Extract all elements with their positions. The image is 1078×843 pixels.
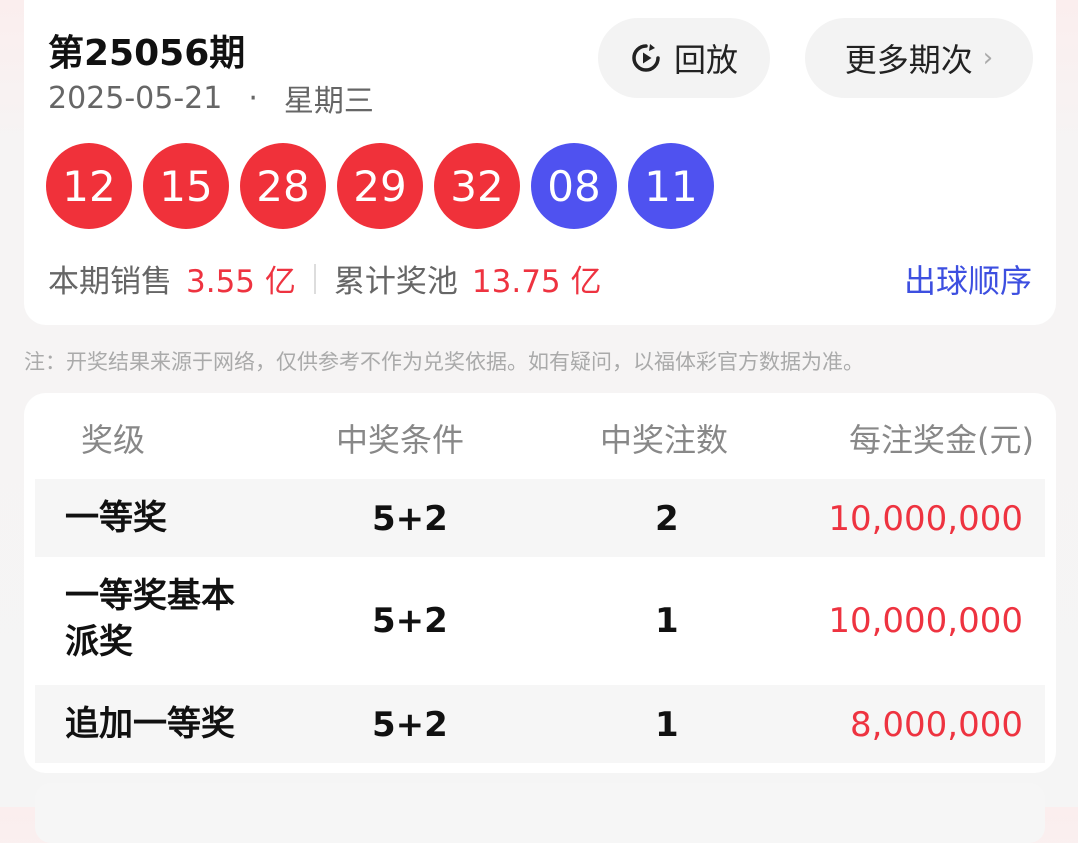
draw-date-row: 2025-05-21 · 星期三 bbox=[48, 76, 374, 120]
prize-condition: 5+2 bbox=[372, 705, 448, 745]
winning-numbers: 12 15 28 29 32 08 11 bbox=[46, 143, 725, 229]
pool-value: 13.75 亿 bbox=[471, 264, 602, 300]
back-ball: 08 bbox=[531, 143, 617, 229]
prize-table: 奖级 中奖条件 中奖注数 每注奖金(元) 一等奖 5+2 2 10,000,00… bbox=[24, 393, 1056, 773]
header-amount: 每注奖金(元) bbox=[849, 421, 1034, 459]
header-level: 奖级 bbox=[81, 421, 146, 459]
prize-level-line2: 派奖 bbox=[65, 622, 133, 662]
date-separator: · bbox=[248, 80, 258, 116]
next-section-placeholder bbox=[35, 783, 1045, 843]
prize-level: 一等奖基本 派奖 bbox=[65, 573, 235, 665]
draw-summary-card: 第25056期 2025-05-21 · 星期三 回放 更多期次 › 12 15… bbox=[24, 0, 1056, 325]
front-ball: 29 bbox=[337, 143, 423, 229]
sales-stats: 本期销售 3.55 亿 累计奖池 13.75 亿 bbox=[48, 256, 602, 301]
prize-level-line1: 一等奖基本 bbox=[65, 576, 235, 616]
prize-amount: 8,000,000 bbox=[849, 705, 1023, 745]
prize-condition: 5+2 bbox=[372, 499, 448, 539]
front-ball: 12 bbox=[46, 143, 132, 229]
back-ball: 11 bbox=[628, 143, 714, 229]
replay-button[interactable]: 回放 bbox=[598, 18, 770, 98]
replay-label: 回放 bbox=[673, 41, 738, 79]
table-row: 追加一等奖 5+2 1 8,000,000 bbox=[35, 685, 1045, 763]
more-issues-button[interactable]: 更多期次 › bbox=[805, 18, 1033, 98]
pool-label: 累计奖池 bbox=[333, 264, 458, 300]
front-ball: 15 bbox=[143, 143, 229, 229]
ball-order-link[interactable]: 出球顺序 bbox=[904, 256, 1032, 302]
front-ball: 28 bbox=[240, 143, 326, 229]
header-condition: 中奖条件 bbox=[336, 421, 465, 459]
prize-level: 追加一等奖 bbox=[65, 704, 235, 744]
draw-weekday: 星期三 bbox=[283, 84, 374, 119]
more-issues-label: 更多期次 bbox=[844, 41, 973, 79]
chevron-right-icon: › bbox=[982, 43, 994, 73]
prize-condition: 5+2 bbox=[372, 601, 448, 641]
header-count: 中奖注数 bbox=[600, 421, 729, 459]
prize-count: 1 bbox=[655, 705, 679, 745]
draw-date: 2025-05-21 bbox=[48, 80, 223, 116]
sales-value: 3.55 亿 bbox=[186, 264, 296, 300]
prize-level: 一等奖 bbox=[65, 498, 167, 538]
table-header: 奖级 中奖条件 中奖注数 每注奖金(元) bbox=[24, 415, 1056, 459]
prize-count: 2 bbox=[655, 499, 679, 539]
table-row: 一等奖 5+2 2 10,000,000 bbox=[35, 479, 1045, 557]
disclaimer-note: 注：开奖结果来源于网络，仅供参考不作为兑奖依据。如有疑问，以福体彩官方数据为准。 bbox=[24, 350, 864, 374]
issue-title: 第25056期 bbox=[48, 33, 246, 74]
front-ball: 32 bbox=[434, 143, 520, 229]
table-row: 一等奖基本 派奖 5+2 1 10,000,000 bbox=[35, 557, 1045, 685]
prize-count: 1 bbox=[655, 601, 679, 641]
prize-amount: 10,000,000 bbox=[828, 601, 1023, 641]
sales-label: 本期销售 bbox=[48, 264, 172, 300]
prize-amount: 10,000,000 bbox=[828, 499, 1023, 539]
stats-divider bbox=[313, 263, 316, 294]
replay-icon bbox=[632, 44, 660, 72]
